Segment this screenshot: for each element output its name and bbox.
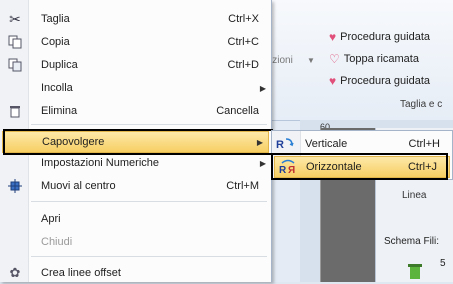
ribbon-faded-label: izioni bbox=[270, 55, 293, 66]
menu-item-incolla[interactable]: Incolla ▶ bbox=[0, 77, 271, 99]
menu-item-shortcut: Ctrl+C bbox=[227, 36, 259, 48]
copy-icon bbox=[7, 34, 23, 50]
ribbon-group-label: Taglia e c bbox=[400, 99, 443, 110]
heart-icon: ♥ bbox=[329, 30, 337, 44]
menu-item-label: Incolla bbox=[41, 82, 73, 94]
ribbon-button-label: Procedura guidata bbox=[340, 75, 431, 87]
menu-item-label: Crea linee offset bbox=[41, 267, 121, 279]
menu-item-label: Chiudi bbox=[41, 236, 73, 248]
menu-item-label: Impostazioni Numeriche bbox=[41, 157, 159, 169]
ribbon-button-label: Toppa ricamata bbox=[343, 53, 419, 65]
menu-item-muovi-al-centro[interactable]: Muovi al centro Ctrl+M bbox=[0, 175, 271, 197]
trash-icon bbox=[7, 103, 23, 119]
menu-item-crea-linee-offset[interactable]: ✿ Crea linee offset bbox=[0, 262, 271, 284]
submenu-item-verticale[interactable]: R Verticale Ctrl+H bbox=[272, 133, 452, 155]
menu-separator bbox=[31, 256, 267, 257]
menu-item-chiudi[interactable]: Chiudi bbox=[0, 231, 271, 253]
menu-item-elimina[interactable]: Elimina Cancella bbox=[0, 100, 271, 122]
scissors-icon: ✂ bbox=[9, 10, 21, 27]
menu-item-impostazioni-numeriche[interactable]: Impostazioni Numeriche ▶ bbox=[0, 153, 271, 173]
menu-item-label: Copia bbox=[41, 36, 70, 48]
chevron-right-icon: ▶ bbox=[259, 83, 266, 93]
schema-number: 5 bbox=[440, 258, 446, 269]
submenu-item-shortcut: Ctrl+H bbox=[408, 138, 440, 150]
thread-spool-icon bbox=[408, 264, 422, 279]
procedura-guidata-button[interactable]: ♥ Procedura guidata bbox=[329, 28, 453, 46]
ribbon-button-label: Procedura guidata bbox=[340, 31, 431, 43]
menu-item-shortcut: Ctrl+M bbox=[226, 180, 259, 192]
menu-item-label: Muovi al centro bbox=[41, 180, 116, 192]
center-icon bbox=[7, 178, 23, 194]
flip-vertical-icon: R bbox=[276, 136, 294, 152]
schema-fili-label: Schema Fili: bbox=[384, 236, 440, 247]
svg-text:R: R bbox=[276, 139, 284, 151]
menu-item-label: Taglia bbox=[41, 13, 70, 25]
capovolgere-callout bbox=[3, 129, 273, 155]
toppa-ricamata-button[interactable]: ♡ Toppa ricamata bbox=[329, 50, 453, 68]
duplicate-icon bbox=[7, 57, 23, 73]
menu-item-label: Elimina bbox=[41, 105, 78, 117]
menu-item-duplica[interactable]: Duplica Ctrl+D bbox=[0, 54, 271, 76]
menu-item-label: Apri bbox=[41, 213, 61, 225]
procedura-guidata-2-button[interactable]: ♥ Procedura guidata bbox=[329, 72, 453, 90]
submenu-item-label: Verticale bbox=[305, 138, 348, 150]
menu-item-label: Duplica bbox=[41, 59, 78, 71]
menu-item-shortcut: Cancella bbox=[216, 105, 259, 117]
offset-icon: ✿ bbox=[9, 265, 21, 280]
menu-separator bbox=[31, 124, 267, 125]
menu-item-copia[interactable]: Copia Ctrl+C bbox=[0, 31, 271, 53]
menu-item-shortcut: Ctrl+X bbox=[228, 13, 259, 25]
menu-separator bbox=[31, 201, 267, 202]
lines-label: Linea bbox=[402, 190, 427, 201]
menu-item-apri[interactable]: Apri bbox=[0, 208, 271, 230]
orizzontale-callout bbox=[271, 153, 448, 180]
heart-outline-icon: ♡ bbox=[329, 52, 340, 66]
menu-item-shortcut: Ctrl+D bbox=[227, 59, 259, 71]
heart-icon: ♥ bbox=[329, 74, 337, 88]
menu-item-taglia[interactable]: ✂ Taglia Ctrl+X bbox=[0, 8, 271, 30]
chevron-down-icon: ▼ bbox=[307, 56, 315, 65]
chevron-right-icon: ▶ bbox=[259, 158, 266, 168]
